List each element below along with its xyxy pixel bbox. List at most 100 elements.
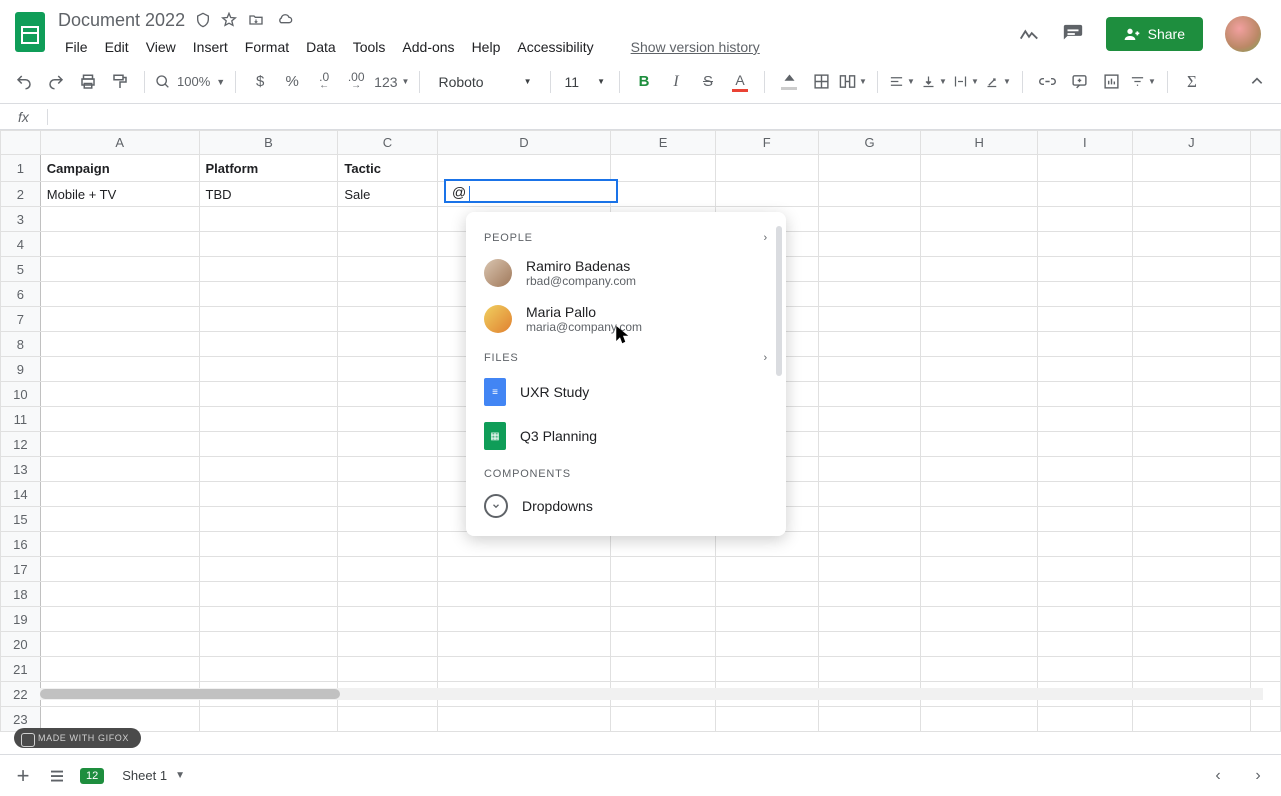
cell[interactable]: [1037, 557, 1132, 582]
cell[interactable]: [1251, 582, 1281, 607]
cell[interactable]: [1251, 332, 1281, 357]
cell[interactable]: [338, 632, 437, 657]
cell[interactable]: [338, 582, 437, 607]
cell[interactable]: [338, 707, 437, 732]
menu-help[interactable]: Help: [465, 35, 508, 59]
cell[interactable]: [199, 507, 338, 532]
cell[interactable]: [1251, 382, 1281, 407]
col-header[interactable]: C: [338, 131, 437, 155]
cell[interactable]: [40, 207, 199, 232]
cell[interactable]: [1251, 457, 1281, 482]
cell[interactable]: [338, 307, 437, 332]
notification-badge[interactable]: 12: [80, 768, 104, 784]
cell[interactable]: [1037, 657, 1132, 682]
insert-link-button[interactable]: [1033, 68, 1061, 96]
cell[interactable]: [1132, 482, 1250, 507]
col-header[interactable]: E: [611, 131, 716, 155]
cell[interactable]: [921, 407, 1038, 432]
cell[interactable]: [818, 482, 921, 507]
cell[interactable]: [199, 482, 338, 507]
cell[interactable]: [1251, 532, 1281, 557]
functions-button[interactable]: Σ: [1178, 68, 1206, 96]
cell[interactable]: Campaign: [40, 155, 199, 182]
cell[interactable]: [818, 707, 921, 732]
horizontal-scrollbar[interactable]: [40, 688, 1263, 700]
font-size-picker[interactable]: 11▼: [561, 74, 609, 90]
cell[interactable]: [921, 357, 1038, 382]
cell[interactable]: [338, 232, 437, 257]
cell[interactable]: [611, 557, 716, 582]
cell[interactable]: [1132, 382, 1250, 407]
cell[interactable]: [40, 357, 199, 382]
cell[interactable]: [921, 332, 1038, 357]
cell[interactable]: [338, 357, 437, 382]
cell[interactable]: [199, 557, 338, 582]
cell[interactable]: [921, 382, 1038, 407]
cell[interactable]: [437, 707, 611, 732]
cell[interactable]: [338, 607, 437, 632]
person-item[interactable]: Ramiro Badenas rbad@company.com: [466, 250, 786, 296]
cell[interactable]: [921, 155, 1038, 182]
cell[interactable]: [818, 207, 921, 232]
cell[interactable]: [1132, 182, 1250, 207]
cell[interactable]: [818, 557, 921, 582]
chevron-right-icon[interactable]: ›: [764, 232, 768, 244]
cell[interactable]: [921, 532, 1038, 557]
col-header[interactable]: B: [199, 131, 338, 155]
cell[interactable]: [338, 432, 437, 457]
undo-button[interactable]: [10, 68, 38, 96]
cell[interactable]: [818, 307, 921, 332]
cell[interactable]: [1037, 232, 1132, 257]
row-header[interactable]: 13: [1, 457, 41, 482]
vertical-align-button[interactable]: ▼: [920, 68, 948, 96]
cell[interactable]: [40, 432, 199, 457]
comments-icon[interactable]: [1062, 23, 1084, 45]
cell[interactable]: [338, 207, 437, 232]
cell[interactable]: [1037, 407, 1132, 432]
cell[interactable]: [40, 407, 199, 432]
cell[interactable]: [199, 707, 338, 732]
bold-button[interactable]: B: [630, 68, 658, 96]
cell[interactable]: [611, 182, 716, 207]
fill-color-button[interactable]: [775, 68, 803, 96]
cell[interactable]: [338, 282, 437, 307]
cell[interactable]: [338, 507, 437, 532]
text-wrap-button[interactable]: ▼: [952, 68, 980, 96]
borders-button[interactable]: [807, 68, 835, 96]
cell[interactable]: [199, 607, 338, 632]
cell[interactable]: [611, 707, 716, 732]
cell[interactable]: [921, 557, 1038, 582]
all-sheets-button[interactable]: [40, 759, 74, 793]
cell[interactable]: [437, 657, 611, 682]
more-formats-button[interactable]: 123▼: [374, 68, 409, 96]
cell[interactable]: [1132, 582, 1250, 607]
file-item[interactable]: ▦ Q3 Planning: [466, 414, 786, 458]
privacy-icon[interactable]: [195, 12, 211, 28]
cell[interactable]: [1251, 155, 1281, 182]
cell[interactable]: [199, 407, 338, 432]
cell[interactable]: [1037, 707, 1132, 732]
font-picker[interactable]: Roboto▼: [430, 74, 539, 90]
cell[interactable]: [1132, 207, 1250, 232]
currency-button[interactable]: $: [246, 68, 274, 96]
strikethrough-button[interactable]: S: [694, 68, 722, 96]
document-title[interactable]: Document 2022: [58, 10, 185, 31]
select-all-corner[interactable]: [1, 131, 41, 155]
cell[interactable]: [921, 257, 1038, 282]
cell[interactable]: [1132, 507, 1250, 532]
cell[interactable]: [199, 532, 338, 557]
cell[interactable]: [1037, 532, 1132, 557]
version-history-link[interactable]: Show version history: [624, 35, 767, 59]
cell[interactable]: [1132, 432, 1250, 457]
cell[interactable]: [40, 657, 199, 682]
cell[interactable]: [1251, 257, 1281, 282]
cell[interactable]: [818, 232, 921, 257]
increase-decimal-button[interactable]: .00→: [342, 68, 370, 96]
cell[interactable]: [437, 632, 611, 657]
cell[interactable]: [1132, 155, 1250, 182]
cell[interactable]: [338, 482, 437, 507]
cell[interactable]: [921, 207, 1038, 232]
cell[interactable]: [1037, 182, 1132, 207]
cell[interactable]: [1037, 307, 1132, 332]
menu-edit[interactable]: Edit: [98, 35, 136, 59]
